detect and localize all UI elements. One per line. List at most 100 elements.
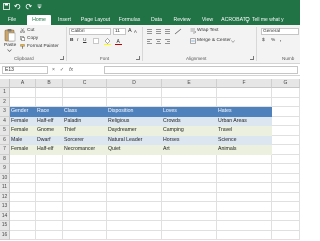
empty-cell[interactable] — [272, 116, 300, 126]
font-launcher-icon[interactable] — [136, 56, 140, 60]
number-format-select[interactable]: General — [261, 28, 299, 35]
empty-cell[interactable] — [63, 183, 107, 193]
merge-center-button[interactable]: Merge & Center — [197, 38, 231, 43]
row-header[interactable]: 9 — [0, 164, 10, 174]
row-header[interactable]: 15 — [0, 221, 10, 231]
tell-me-box[interactable]: Tell me what y — [245, 15, 284, 25]
empty-cell[interactable] — [272, 183, 300, 193]
align-top-row-icons[interactable] — [146, 28, 186, 35]
table-cell[interactable]: Gnome — [36, 126, 63, 136]
empty-cell[interactable] — [36, 97, 63, 107]
paste-icon[interactable] — [4, 28, 16, 42]
column-header-g[interactable]: G — [272, 79, 300, 88]
align-bottom-row-icons[interactable] — [146, 38, 186, 45]
tab-view[interactable]: View — [200, 15, 215, 25]
empty-cell[interactable] — [63, 230, 107, 240]
empty-cell[interactable] — [63, 88, 107, 98]
bold-button[interactable]: B — [70, 38, 73, 43]
empty-cell[interactable] — [36, 154, 63, 164]
table-header-cell[interactable]: Class — [63, 107, 107, 117]
table-cell[interactable]: Half-elf — [36, 116, 63, 126]
customize-icon[interactable] — [36, 3, 43, 10]
row-header[interactable]: 11 — [0, 183, 10, 193]
table-header-cell[interactable]: Hates — [217, 107, 272, 117]
save-icon[interactable] — [3, 3, 10, 10]
row-header[interactable]: 6 — [0, 135, 10, 145]
empty-cell[interactable] — [217, 221, 272, 231]
cancel-icon[interactable]: × — [52, 67, 55, 73]
empty-cell[interactable] — [10, 211, 36, 221]
empty-cell[interactable] — [107, 88, 162, 98]
table-cell[interactable]: Horses — [162, 135, 217, 145]
table-cell[interactable]: Female — [10, 116, 36, 126]
table-cell[interactable]: Quiet — [107, 145, 162, 155]
empty-cell[interactable] — [272, 211, 300, 221]
empty-cell[interactable] — [107, 97, 162, 107]
empty-cell[interactable] — [36, 211, 63, 221]
empty-cell[interactable] — [107, 211, 162, 221]
undo-icon[interactable] — [14, 3, 21, 10]
empty-cell[interactable] — [107, 230, 162, 240]
empty-cell[interactable] — [272, 230, 300, 240]
empty-cell[interactable] — [217, 97, 272, 107]
comma-button[interactable]: , — [280, 38, 281, 43]
empty-cell[interactable] — [217, 154, 272, 164]
table-header-cell[interactable]: Loves — [162, 107, 217, 117]
empty-cell[interactable] — [10, 192, 36, 202]
empty-cell[interactable] — [272, 221, 300, 231]
empty-cell[interactable] — [36, 221, 63, 231]
table-cell[interactable]: Female — [10, 126, 36, 136]
font-color-icon[interactable]: A — [115, 38, 122, 45]
empty-cell[interactable] — [107, 173, 162, 183]
empty-cell[interactable] — [36, 173, 63, 183]
empty-cell[interactable] — [36, 183, 63, 193]
table-cell[interactable]: Animals — [217, 145, 272, 155]
column-header-b[interactable]: B — [36, 79, 63, 88]
italic-button[interactable]: I — [77, 38, 78, 43]
column-header-d[interactable]: D — [107, 79, 162, 88]
empty-cell[interactable] — [10, 202, 36, 212]
row-header[interactable]: 12 — [0, 192, 10, 202]
empty-cell[interactable] — [272, 145, 300, 155]
empty-cell[interactable] — [10, 154, 36, 164]
tab-file[interactable]: File — [4, 15, 20, 25]
empty-cell[interactable] — [162, 183, 217, 193]
empty-cell[interactable] — [162, 211, 217, 221]
row-header[interactable]: 13 — [0, 202, 10, 212]
empty-cell[interactable] — [107, 183, 162, 193]
tab-data[interactable]: Data — [149, 15, 164, 25]
table-header-cell[interactable]: Disposition — [107, 107, 162, 117]
empty-cell[interactable] — [272, 107, 300, 117]
empty-cell[interactable] — [217, 192, 272, 202]
empty-cell[interactable] — [217, 164, 272, 174]
empty-cell[interactable] — [107, 164, 162, 174]
table-header-cell[interactable]: Race — [36, 107, 63, 117]
row-header[interactable]: 5 — [0, 126, 10, 136]
empty-cell[interactable] — [107, 221, 162, 231]
table-cell[interactable]: Crowds — [162, 116, 217, 126]
row-header[interactable]: 1 — [0, 88, 10, 98]
empty-cell[interactable] — [217, 211, 272, 221]
table-cell[interactable]: Half-elf — [36, 145, 63, 155]
row-header[interactable]: 10 — [0, 173, 10, 183]
empty-cell[interactable] — [272, 135, 300, 145]
empty-cell[interactable] — [162, 88, 217, 98]
table-cell[interactable]: Sorcerer — [63, 135, 107, 145]
cut-button[interactable]: Cut — [27, 28, 34, 33]
empty-cell[interactable] — [63, 97, 107, 107]
empty-cell[interactable] — [217, 202, 272, 212]
row-header[interactable]: 14 — [0, 211, 10, 221]
empty-cell[interactable] — [10, 97, 36, 107]
enter-icon[interactable]: ✓ — [60, 67, 64, 73]
wrap-text-button[interactable]: Wrap Text — [197, 28, 218, 33]
empty-cell[interactable] — [63, 221, 107, 231]
empty-cell[interactable] — [272, 97, 300, 107]
column-header-a[interactable]: A — [10, 79, 36, 88]
empty-cell[interactable] — [10, 164, 36, 174]
chevron-down-icon[interactable] — [231, 40, 235, 43]
empty-cell[interactable] — [36, 164, 63, 174]
format-painter-button[interactable]: Format Painter — [27, 44, 59, 49]
row-header[interactable]: 2 — [0, 97, 10, 107]
empty-cell[interactable] — [162, 173, 217, 183]
select-all-corner[interactable] — [0, 79, 10, 88]
